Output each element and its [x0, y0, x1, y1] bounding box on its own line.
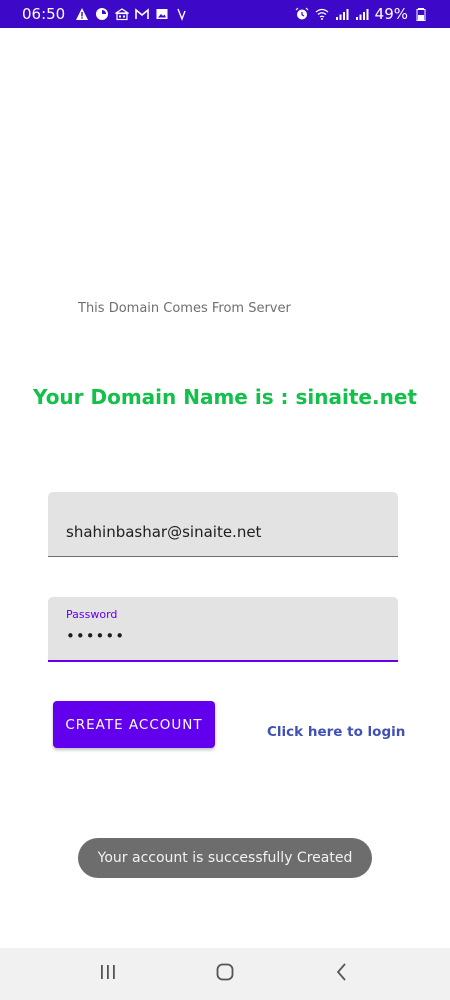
password-value[interactable]: •••••• [66, 627, 125, 645]
navigation-bar [0, 948, 450, 1000]
signal-icon [335, 7, 349, 21]
recent-apps-button[interactable] [88, 954, 128, 994]
battery-percent: 49% [374, 5, 408, 23]
battery-icon [414, 7, 428, 21]
back-button[interactable] [322, 954, 362, 994]
v-icon [175, 7, 189, 21]
signal-icon [355, 7, 369, 21]
gmail-icon [135, 7, 150, 21]
success-toast: Your account is successfully Created [78, 838, 372, 878]
email-field[interactable]: shahinbashar@sinaite.net [48, 492, 398, 557]
password-label: Password [66, 608, 118, 621]
create-account-button[interactable]: CREATE ACCOUNT [53, 701, 215, 748]
domain-source-text: This Domain Comes From Server [78, 301, 291, 316]
status-bar: 06:50 49% [0, 0, 450, 28]
back-icon [332, 962, 352, 986]
home-icon [215, 962, 235, 986]
domain-name-heading: Your Domain Name is : sinaite.net [33, 385, 417, 409]
status-time: 06:50 [22, 5, 66, 23]
building-icon [115, 7, 130, 21]
data-saver-icon [95, 7, 109, 21]
login-link[interactable]: Click here to login [267, 724, 405, 740]
gallery-icon [155, 7, 169, 21]
email-value[interactable]: shahinbashar@sinaite.net [66, 523, 261, 541]
alarm-icon [295, 7, 309, 21]
wifi-icon [315, 7, 329, 21]
password-field[interactable]: Password •••••• [48, 597, 398, 662]
home-button[interactable] [205, 954, 245, 994]
status-right: 49% [295, 5, 428, 23]
status-left: 06:50 [22, 5, 189, 23]
warning-icon [75, 7, 89, 21]
recent-apps-icon [98, 962, 118, 986]
